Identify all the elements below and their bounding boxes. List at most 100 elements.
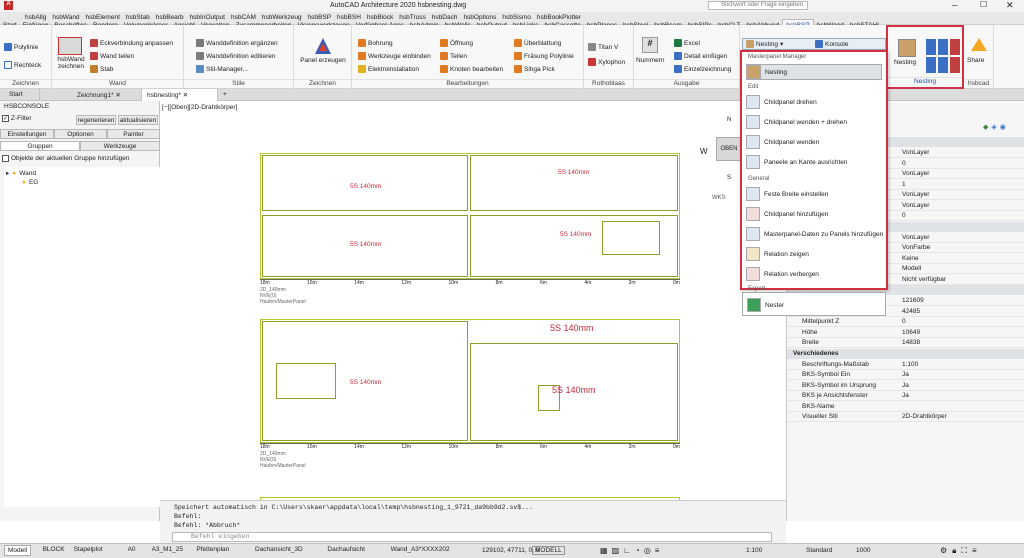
tab-optionen[interactable]: Optionen bbox=[54, 129, 107, 139]
eckverbindung-button[interactable]: Eckverbindung anpassen bbox=[90, 39, 173, 47]
workspace-icon[interactable]: ⚙ bbox=[940, 546, 947, 556]
regenerieren-button[interactable]: regenerieren bbox=[76, 115, 116, 125]
quick-select-icon[interactable]: ◈ bbox=[991, 123, 996, 131]
oeffnung-button[interactable]: Öffnung bbox=[440, 39, 473, 47]
menu-item-general[interactable]: Feste Breite einstellen bbox=[746, 186, 828, 202]
tree-item-eg[interactable]: ● EG bbox=[22, 179, 38, 186]
nesting-tool-icon[interactable] bbox=[938, 57, 948, 73]
wanddef-ergaenzen-button[interactable]: Wanddefinition ergänzen bbox=[196, 39, 278, 47]
polylinie-button[interactable]: Polylinie bbox=[4, 43, 38, 51]
tab-einstellungen[interactable]: Einstellungen bbox=[0, 129, 54, 139]
doc-tab-zeichnung1[interactable]: Zeichnung1* ✕ bbox=[72, 89, 142, 101]
zfilter-checkbox[interactable]: ✓ Z-Filter bbox=[2, 115, 32, 122]
help-search-input[interactable]: Stichwort oder Frage eingeben bbox=[708, 1, 808, 10]
property-row[interactable]: BKS je Ansichtsfenster Ja bbox=[787, 391, 1024, 401]
hsbwand-icon[interactable] bbox=[58, 37, 82, 55]
toggle-pickadd-icon[interactable]: ◉ bbox=[1000, 123, 1006, 131]
property-row[interactable]: BKS-Symbol im Ursprung Ja bbox=[787, 381, 1024, 391]
nesting-big-button[interactable]: Nesting bbox=[894, 59, 916, 66]
nummern-button[interactable]: Nummern bbox=[636, 57, 665, 64]
property-row[interactable]: Visueller Stil 2D-Drahtkörper bbox=[787, 412, 1024, 422]
knoten-bearbeiten-button[interactable]: Knoten bearbeiten bbox=[440, 65, 503, 73]
nesting-tool-icon[interactable] bbox=[950, 57, 960, 73]
menu-item-general[interactable]: Masterpanel-Daten zu Panels hinzufügen bbox=[746, 226, 883, 242]
stab-button[interactable]: Stab bbox=[90, 65, 113, 73]
share-button[interactable]: Share bbox=[967, 57, 984, 64]
chevron-down-icon[interactable]: ▾ bbox=[780, 40, 783, 48]
share-icon[interactable] bbox=[970, 37, 988, 55]
titan-v-button[interactable]: Titan V bbox=[588, 43, 618, 51]
select-objects-icon[interactable]: ◆ bbox=[983, 123, 988, 131]
nesting-split-button[interactable]: Nesting ▾ bbox=[746, 40, 783, 48]
menu-item-nester[interactable]: Nester bbox=[747, 297, 784, 313]
panel-erzeugen-button[interactable]: Panel erzeugen bbox=[296, 57, 350, 64]
menu-item-general[interactable]: Relation zeigen bbox=[746, 246, 809, 262]
property-row[interactable]: Mittelpunkt Z 0 bbox=[787, 317, 1024, 327]
viewcube-north[interactable]: N bbox=[727, 117, 731, 123]
layout-tab[interactable]: A0 bbox=[125, 545, 139, 554]
viewcube-face[interactable]: OBEN bbox=[716, 137, 742, 161]
minimize-icon[interactable]: ─ bbox=[952, 1, 958, 10]
model-space-button[interactable]: MODELL bbox=[532, 546, 565, 555]
lineweight-icon[interactable]: ≡ bbox=[655, 546, 660, 555]
menu-item-edit[interactable]: Paneele an Kante ausrichten bbox=[746, 154, 847, 170]
tree-item-wand[interactable]: ▸ ● Wand bbox=[6, 169, 36, 178]
layout-tab[interactable]: Dachansicht_3D bbox=[252, 545, 306, 554]
viewcube-south[interactable]: S bbox=[727, 175, 731, 181]
menu-item-nesting[interactable]: Nesting bbox=[746, 64, 882, 80]
standard-dropdown[interactable]: Standard bbox=[806, 547, 832, 554]
excel-button[interactable]: Excel bbox=[674, 39, 700, 47]
tab-gruppen[interactable]: Gruppen bbox=[0, 141, 80, 151]
einzelzeichnung-button[interactable]: Einzelzeichnung bbox=[674, 65, 731, 73]
annotation-scale[interactable]: 1:100 bbox=[746, 547, 762, 554]
menu-item-edit[interactable]: Childpanel drehen bbox=[746, 94, 817, 110]
xylophon-button[interactable]: Xylophon bbox=[588, 58, 625, 66]
property-row[interactable]: BKS-Name bbox=[787, 402, 1024, 412]
close-tab-icon[interactable]: ✕ bbox=[115, 92, 120, 99]
wanddef-editieren-button[interactable]: Wanddefinition editieren bbox=[196, 52, 276, 60]
menu-item-edit[interactable]: Childpanel wenden bbox=[746, 134, 819, 150]
command-input[interactable]: Befehl eingeben bbox=[172, 532, 772, 542]
wand-teilen-button[interactable]: Wand teilen bbox=[90, 52, 134, 60]
menu-item-edit[interactable]: Childpanel wenden + drehen bbox=[746, 114, 847, 130]
layout-tab[interactable]: Modell bbox=[4, 545, 32, 556]
osnap-icon[interactable]: ◎ bbox=[644, 546, 651, 555]
menu-item-general[interactable]: Childpanel hinzufügen bbox=[746, 206, 828, 222]
layout-tab[interactable]: Pfettenplan bbox=[193, 545, 232, 554]
sihga-pick-button[interactable]: Sihga Pick bbox=[514, 65, 555, 73]
hsbwand-zeichnen-button[interactable]: hsbWand zeichnen bbox=[55, 56, 87, 70]
childpanel[interactable] bbox=[470, 155, 678, 211]
fraesung-button[interactable]: Fräsung Polylinie bbox=[514, 52, 574, 60]
polar-icon[interactable]: ◔ bbox=[635, 546, 640, 555]
layout-tab[interactable]: Dachaufsicht bbox=[324, 545, 368, 554]
snap-icon[interactable]: ▧ bbox=[612, 546, 620, 555]
konsole-button[interactable]: Konsole bbox=[815, 40, 849, 48]
viewcube-west[interactable]: W bbox=[700, 147, 708, 156]
add-objects-checkbox[interactable]: Objekte der aktuellen Gruppe hinzufügen bbox=[2, 155, 130, 162]
bulb-icon[interactable]: ● bbox=[12, 170, 16, 177]
panel-erzeugen-icon[interactable] bbox=[314, 37, 332, 55]
teilen-button[interactable]: Teilen bbox=[440, 52, 467, 60]
nesting-tool-icon[interactable] bbox=[926, 57, 936, 73]
new-tab-button[interactable]: + bbox=[218, 89, 232, 101]
nesting-tool-icon[interactable] bbox=[950, 39, 960, 55]
layout-tab[interactable]: Wand_A3*XXXX202 bbox=[388, 545, 453, 554]
layout-tab[interactable]: A3_M1_25 bbox=[149, 545, 186, 554]
app-logo-icon[interactable]: A bbox=[4, 1, 13, 10]
wks-dropdown[interactable]: WKS bbox=[712, 195, 726, 201]
zoom-value[interactable]: 1000 bbox=[856, 547, 870, 554]
opening-rect[interactable] bbox=[602, 221, 660, 255]
ueberblattung-button[interactable]: Überblattung bbox=[514, 39, 561, 47]
viewport-label[interactable]: [−][Oben][2D-Drahtkörper] bbox=[162, 104, 237, 111]
doc-tab-hsbnesting[interactable]: hsbnesting* ✕ bbox=[142, 89, 218, 101]
maximize-icon[interactable]: ☐ bbox=[980, 0, 987, 9]
nesting-tool-icon[interactable] bbox=[926, 39, 936, 55]
layout-tab[interactable]: BLOCK bbox=[40, 545, 68, 554]
tab-painter[interactable]: Painter bbox=[107, 129, 160, 139]
expand-icon[interactable]: ▸ bbox=[6, 169, 9, 177]
detail-einfuegen-button[interactable]: Detail einfügen bbox=[674, 52, 727, 60]
close-tab-icon[interactable]: ✕ bbox=[183, 92, 188, 99]
grid-icon[interactable]: ▦ bbox=[600, 546, 608, 555]
property-row[interactable]: BKS-Symbol Ein Ja bbox=[787, 370, 1024, 380]
aktualisieren-button[interactable]: aktualisieren bbox=[118, 115, 158, 125]
